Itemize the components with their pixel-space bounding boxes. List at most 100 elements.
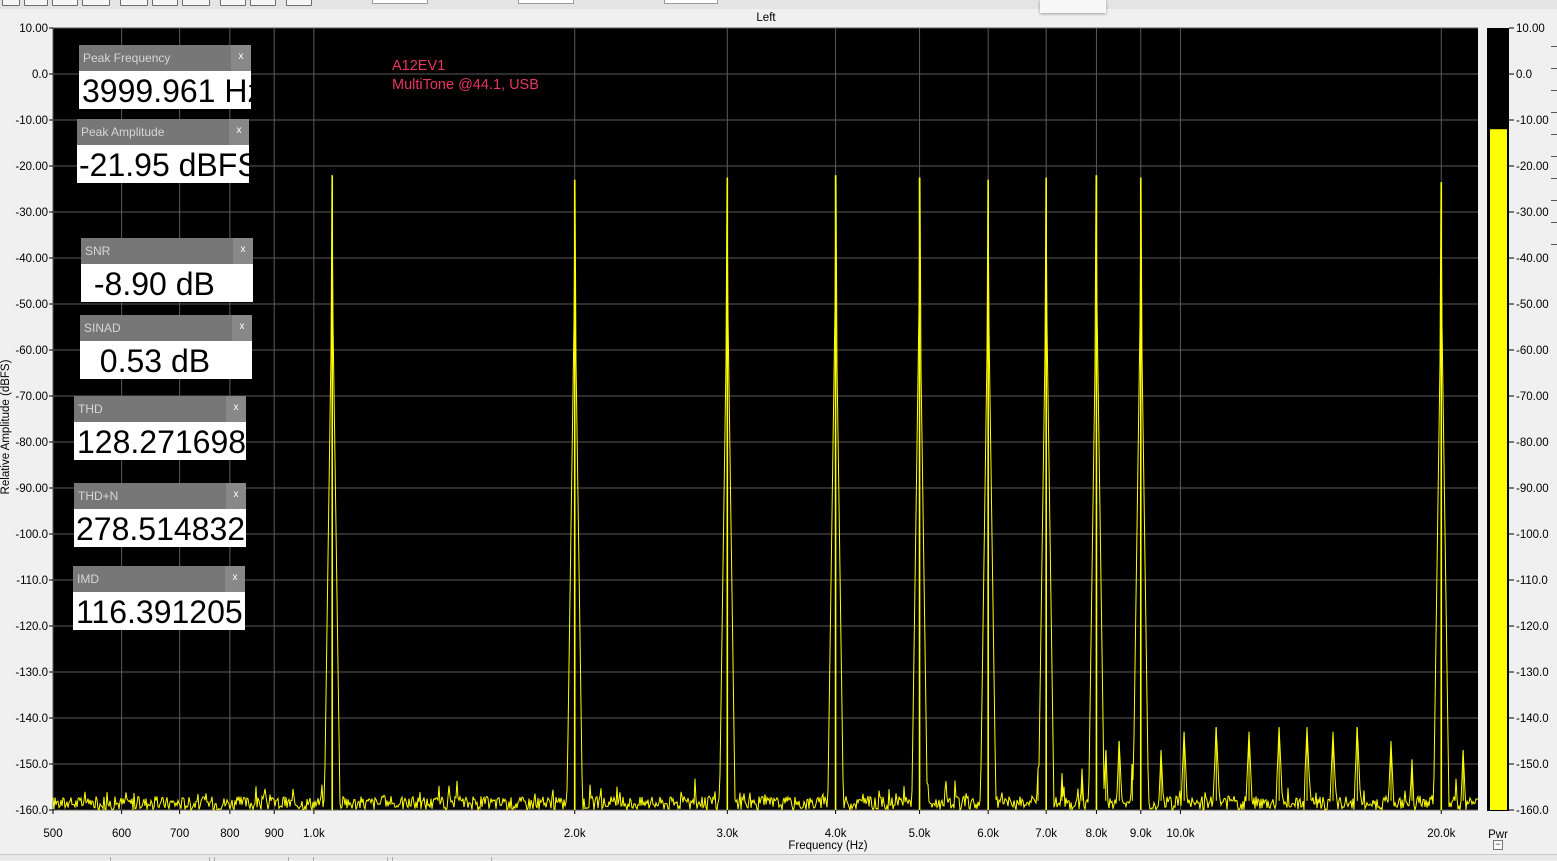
y-axis-right: 10.00 0.0 -10.00 -20.00 -30.00 -40.00 -50.00 -6… bbox=[1509, 23, 1549, 817]
x-tick-label: 5.0k bbox=[909, 828, 931, 840]
y-tick-label: -100.0 bbox=[15, 529, 48, 541]
y-tick-label: -60.00 bbox=[15, 345, 48, 357]
meter-header[interactable]: THD x bbox=[74, 396, 246, 422]
close-icon[interactable]: x bbox=[231, 45, 251, 71]
meter-title: IMD bbox=[77, 572, 99, 586]
y-tick-label: -10.00 bbox=[15, 115, 48, 127]
pwr-tick-label: -160.0 bbox=[1516, 805, 1549, 817]
meter-readout: -21.95 dBFS bbox=[77, 145, 249, 183]
x-tick-label: 800 bbox=[220, 828, 239, 840]
close-icon[interactable]: x bbox=[226, 396, 246, 422]
y-tick-label: -30.00 bbox=[15, 207, 48, 219]
y-tick-label: -160.0 bbox=[15, 805, 48, 817]
meter-header[interactable]: Peak Frequency x bbox=[79, 45, 251, 71]
pwr-tick-label: -20.00 bbox=[1516, 161, 1549, 173]
meter-header[interactable]: THD+N x bbox=[74, 483, 246, 509]
plot-area[interactable] bbox=[53, 28, 1478, 810]
meter-header[interactable]: SINAD x bbox=[80, 315, 252, 341]
pwr-tick-label: -30.00 bbox=[1516, 207, 1549, 219]
peak-frequency-meter[interactable]: Peak Frequency x 3999.961 Hz bbox=[79, 45, 251, 109]
thd-meter[interactable]: THD x 128.271698 bbox=[74, 396, 246, 460]
meter-readout: 128.271698 bbox=[74, 422, 246, 460]
x-tick-label: 900 bbox=[265, 828, 284, 840]
annotation-config: MultiTone @44.1, USB bbox=[392, 77, 539, 93]
meter-title: THD bbox=[78, 402, 103, 416]
y-tick-label: -130.0 bbox=[15, 667, 48, 679]
x-tick-label: 500 bbox=[43, 828, 62, 840]
pwr-tick-label: -130.0 bbox=[1516, 667, 1549, 679]
x-tick-label: 10.0k bbox=[1166, 828, 1194, 840]
meter-title: SNR bbox=[85, 244, 111, 258]
x-tick-label: 2.0k bbox=[564, 828, 586, 840]
y-tick-label: -140.0 bbox=[15, 713, 48, 725]
meter-header[interactable]: IMD x bbox=[73, 566, 245, 592]
x-tick-label: 8.0k bbox=[1086, 828, 1108, 840]
pwr-tick-label: -100.0 bbox=[1516, 529, 1549, 541]
pwr-tick-label: -150.0 bbox=[1516, 759, 1549, 771]
snr-meter[interactable]: SNR x -8.90 dB bbox=[81, 238, 253, 302]
y-axis-left: 10.00 0.0 -10.00 -20.00 -30.00 -40.00 -50.00 -6… bbox=[15, 23, 53, 817]
meter-readout: 278.514832 bbox=[74, 509, 246, 547]
x-tick-label: 9.0k bbox=[1130, 828, 1152, 840]
x-tick-label: 6.0k bbox=[977, 828, 999, 840]
pwr-tick-label: -50.00 bbox=[1516, 299, 1549, 311]
y-tick-label: 0.0 bbox=[32, 69, 48, 81]
pwr-tick-label: -90.00 bbox=[1516, 483, 1549, 495]
y-tick-label: -80.00 bbox=[15, 437, 48, 449]
pwr-tick-label: -40.00 bbox=[1516, 253, 1549, 265]
y-tick-label: -70.00 bbox=[15, 391, 48, 403]
x-axis: 500 600 700 800 900 1.0k 2.0k 3.0k 4.0k 5.0k 6.0k 7… bbox=[43, 810, 1456, 840]
annotation-device: A12EV1 bbox=[392, 58, 445, 74]
meter-header[interactable]: SNR x bbox=[81, 238, 253, 264]
x-tick-label: 3.0k bbox=[716, 828, 738, 840]
y-tick-label: -110.0 bbox=[16, 575, 48, 587]
y-tick-label: -50.00 bbox=[15, 299, 48, 311]
close-icon[interactable]: x bbox=[232, 315, 252, 341]
meter-readout: 0.53 dB bbox=[80, 341, 252, 379]
close-icon[interactable]: x bbox=[226, 483, 246, 509]
meter-title: SINAD bbox=[84, 321, 121, 335]
meter-readout: 3999.961 Hz bbox=[79, 71, 251, 109]
meter-title: Peak Amplitude bbox=[81, 125, 165, 139]
x-tick-label: 700 bbox=[170, 828, 189, 840]
y-tick-label: -150.0 bbox=[15, 759, 48, 771]
x-tick-label: 7.0k bbox=[1035, 828, 1057, 840]
pwr-tick-label: 0.0 bbox=[1516, 69, 1532, 81]
thd-n-meter[interactable]: THD+N x 278.514832 bbox=[74, 483, 246, 547]
power-meter-fill bbox=[1490, 129, 1507, 810]
pwr-tick-label: -120.0 bbox=[1516, 621, 1549, 633]
meter-header[interactable]: Peak Amplitude x bbox=[77, 119, 249, 145]
y-axis-title: Relative Amplitude (dBFS) bbox=[0, 359, 12, 494]
pwr-tick-label: -110.0 bbox=[1516, 575, 1548, 587]
x-tick-label: 4.0k bbox=[825, 828, 847, 840]
close-icon[interactable]: x bbox=[229, 119, 249, 145]
pwr-tick-label: 10.00 bbox=[1516, 23, 1545, 35]
peak-amplitude-meter[interactable]: Peak Amplitude x -21.95 dBFS bbox=[77, 119, 249, 183]
pwr-tick-label: -60.00 bbox=[1516, 345, 1549, 357]
y-tick-label: 10.00 bbox=[19, 23, 48, 35]
y-tick-label: -90.00 bbox=[15, 483, 48, 495]
meter-title: THD+N bbox=[78, 489, 119, 503]
scroll-edge bbox=[1549, 28, 1557, 268]
pwr-tick-label: -80.00 bbox=[1516, 437, 1549, 449]
imd-meter[interactable]: IMD x 116.391205 bbox=[73, 566, 245, 630]
close-icon[interactable]: x bbox=[225, 566, 245, 592]
meter-readout: -8.90 dB bbox=[81, 264, 253, 302]
x-tick-label: 600 bbox=[112, 828, 131, 840]
meter-title: Peak Frequency bbox=[83, 51, 171, 65]
x-tick-label: 20.0k bbox=[1427, 828, 1455, 840]
y-tick-label: -20.00 bbox=[15, 161, 48, 173]
x-tick-label: 1.0k bbox=[303, 828, 325, 840]
close-icon[interactable]: x bbox=[233, 238, 253, 264]
pwr-tick-label: -10.00 bbox=[1516, 115, 1549, 127]
sinad-meter[interactable]: SINAD x 0.53 dB bbox=[80, 315, 252, 379]
pwr-tick-label: -70.00 bbox=[1516, 391, 1549, 403]
status-strip bbox=[0, 854, 1557, 861]
chart-title: Left bbox=[756, 12, 776, 24]
pwr-tick-label: -140.0 bbox=[1516, 713, 1549, 725]
y-tick-label: -40.00 bbox=[15, 253, 48, 265]
x-axis-title: Frequency (Hz) bbox=[788, 840, 867, 852]
y-tick-label: -120.0 bbox=[15, 621, 48, 633]
meter-readout: 116.391205 bbox=[73, 592, 245, 630]
power-meter-collapse-button[interactable]: − bbox=[1493, 840, 1503, 850]
